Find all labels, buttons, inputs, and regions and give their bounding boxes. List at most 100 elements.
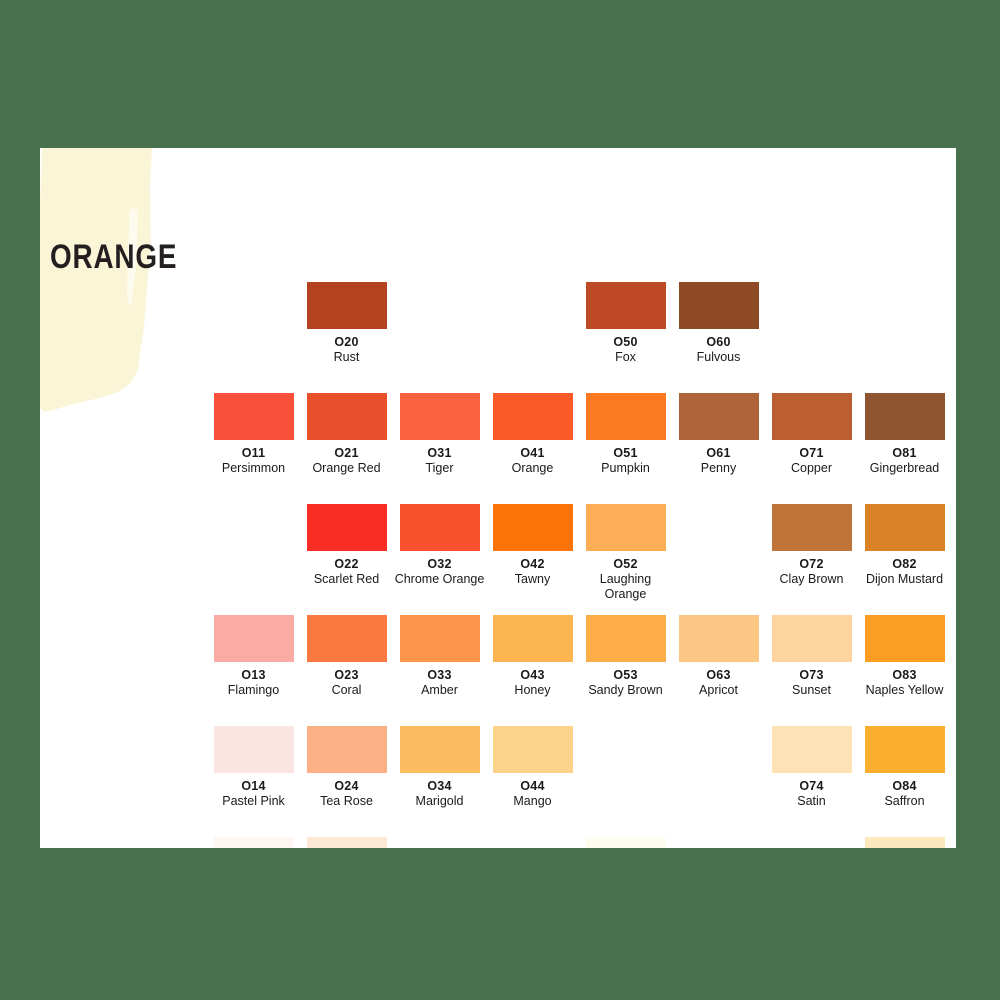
color-chip[interactable] — [492, 615, 573, 662]
color-chip[interactable] — [213, 837, 294, 848]
color-chip[interactable] — [492, 393, 573, 440]
swatch-name: Orange — [511, 461, 554, 475]
swatch-code: O41 — [520, 446, 545, 460]
color-chip[interactable] — [492, 504, 573, 551]
swatch-name: Scarlet Red — [313, 572, 380, 586]
color-chip[interactable] — [585, 282, 666, 329]
swatch-cell[interactable]: O20 Rust — [300, 282, 393, 365]
color-chip[interactable] — [678, 282, 759, 329]
swatch-name: Persimmon — [221, 461, 286, 475]
swatch-name: Pastel Pink — [222, 794, 285, 808]
swatch-name: Orange Red — [312, 461, 381, 475]
swatch-cell[interactable]: O23 Coral — [300, 615, 393, 698]
swatch-name: Honey — [514, 683, 551, 697]
swatch-name: Copper — [791, 461, 832, 475]
color-chip[interactable] — [585, 393, 666, 440]
swatch-name: Marigold — [415, 794, 464, 808]
color-chip[interactable] — [306, 726, 387, 773]
swatch-code: O74 — [799, 779, 824, 793]
swatch-cell[interactable]: O24 Tea Rose — [300, 726, 393, 809]
swatch-cell[interactable]: O33 Amber — [393, 615, 486, 698]
swatch-cell[interactable]: O50 Fox — [579, 282, 672, 365]
swatch-name: Naples Yellow — [865, 683, 944, 697]
swatch-cell[interactable]: O65Silk — [579, 837, 672, 848]
swatch-cell[interactable]: O82 Dijon Mustard — [858, 504, 951, 587]
swatch-cell[interactable]: O52 Laughing Orange — [579, 504, 672, 602]
swatch-cell[interactable]: O11 Persimmon — [207, 393, 300, 476]
color-chip[interactable] — [399, 615, 480, 662]
swatch-cell[interactable]: O81 Gingerbread — [858, 393, 951, 476]
color-chip[interactable] — [864, 837, 945, 848]
swatch-cell[interactable]: O63 Apricot — [672, 615, 765, 698]
swatch-cell[interactable]: O83 Naples Yellow — [858, 615, 951, 698]
color-chip[interactable] — [399, 504, 480, 551]
swatch-code: O52 — [613, 557, 638, 571]
swatch-code: O14 — [241, 779, 266, 793]
swatch-code: O81 — [892, 446, 917, 460]
color-chip[interactable] — [585, 615, 666, 662]
color-chip[interactable] — [306, 615, 387, 662]
color-chip[interactable] — [306, 393, 387, 440]
swatch-cell[interactable]: O32 Chrome Orange — [393, 504, 486, 587]
color-chip[interactable] — [864, 393, 945, 440]
color-chip[interactable] — [213, 726, 294, 773]
swatch-cell[interactable]: O21 Orange Red — [300, 393, 393, 476]
color-chip[interactable] — [771, 615, 852, 662]
color-chip[interactable] — [864, 726, 945, 773]
swatch-name: Dijon Mustard — [865, 572, 944, 586]
swatch-cell[interactable]: O42 Tawny — [486, 504, 579, 587]
color-chip[interactable] — [306, 837, 387, 848]
swatch-name: Sunset — [792, 683, 831, 697]
color-chip[interactable] — [864, 504, 945, 551]
swatch-cell[interactable]: O34 Marigold — [393, 726, 486, 809]
color-chip[interactable] — [306, 282, 387, 329]
swatch-cell[interactable]: O22 Scarlet Red — [300, 504, 393, 587]
swatch-cell[interactable]: O51 Pumpkin — [579, 393, 672, 476]
swatch-name: Amber — [421, 683, 458, 697]
swatch-cell[interactable]: O53 Sandy Brown — [579, 615, 672, 698]
color-chip[interactable] — [399, 726, 480, 773]
color-chip[interactable] — [771, 504, 852, 551]
color-chip[interactable] — [771, 393, 852, 440]
swatch-name: Laughing Orange — [599, 572, 652, 601]
color-chip[interactable] — [678, 615, 759, 662]
swatch-cell[interactable]: O13 Flamingo — [207, 615, 300, 698]
swatch-cell[interactable]: O43 Honey — [486, 615, 579, 698]
swatch-cell[interactable]: O25Rose Champagne — [300, 837, 393, 848]
swatch-cell[interactable]: O31 Tiger — [393, 393, 486, 476]
color-chip[interactable] — [771, 726, 852, 773]
color-chip[interactable] — [678, 393, 759, 440]
swatch-cell[interactable]: O41 Orange — [486, 393, 579, 476]
swatch-cell[interactable]: O73 Sunset — [765, 615, 858, 698]
color-chip[interactable] — [585, 504, 666, 551]
swatch-name: Tiger — [425, 461, 454, 475]
swatch-code: O60 — [706, 335, 731, 349]
swatch-cell[interactable]: O85Nude — [858, 837, 951, 848]
swatch-cell[interactable]: O61 Penny — [672, 393, 765, 476]
color-chip[interactable] — [492, 726, 573, 773]
swatch-name: Sandy Brown — [588, 683, 663, 697]
color-chip[interactable] — [585, 837, 666, 848]
swatch-name: Fulvous — [696, 350, 741, 364]
swatch-cell[interactable]: O84 Saffron — [858, 726, 951, 809]
swatch-cell[interactable]: O14 Pastel Pink — [207, 726, 300, 809]
swatch-cell[interactable]: O44 Mango — [486, 726, 579, 809]
swatch-code: O32 — [427, 557, 452, 571]
swatch-name: Gingerbread — [869, 461, 940, 475]
swatch-code: O61 — [706, 446, 731, 460]
swatch-cell[interactable]: O72 Clay Brown — [765, 504, 858, 587]
swatch-name: Mango — [513, 794, 552, 808]
swatch-cell[interactable]: O60 Fulvous — [672, 282, 765, 365]
swatch-name: Penny — [700, 461, 737, 475]
swatch-cell[interactable]: O71 Copper — [765, 393, 858, 476]
color-chip[interactable] — [306, 504, 387, 551]
swatch-name: Coral — [331, 683, 362, 697]
swatch-cell[interactable]: O74 Satin — [765, 726, 858, 809]
swatch-name: Rust — [333, 350, 360, 364]
color-chip[interactable] — [399, 393, 480, 440]
swatch-code: O20 — [334, 335, 359, 349]
color-chip[interactable] — [864, 615, 945, 662]
color-chip[interactable] — [213, 615, 294, 662]
swatch-cell[interactable]: O15Powder Pink — [207, 837, 300, 848]
color-chip[interactable] — [213, 393, 294, 440]
